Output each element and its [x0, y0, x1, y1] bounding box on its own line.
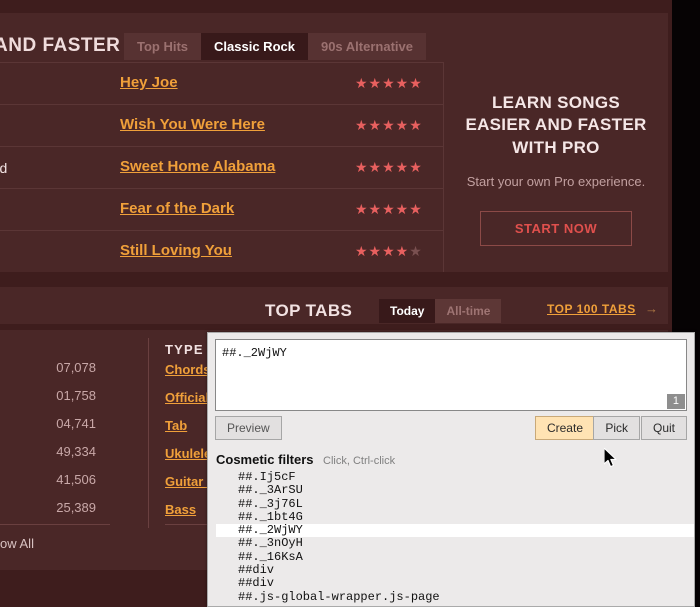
pro-promo-panel: LEARN SONGS EASIER AND FASTER WITH PRO S… [444, 62, 668, 272]
quit-button[interactable]: Quit [640, 416, 687, 440]
count-value: 07,078 [56, 360, 96, 375]
element-picker-dialog: 1 Preview Create Pick Quit Cosmetic filt… [207, 332, 695, 607]
count-value: 49,334 [56, 444, 96, 459]
match-count-badge: 1 [666, 394, 685, 409]
top-100-tabs-link[interactable]: TOP 100 TABS [547, 302, 636, 316]
count-value: 41,506 [56, 472, 96, 487]
tab-classic-rock[interactable]: Classic Rock [201, 33, 308, 60]
count-value: 25,389 [56, 500, 96, 515]
rating-stars: ★★★★★ [355, 201, 423, 217]
list-item[interactable]: ##._1bt4G [216, 510, 694, 524]
table-row[interactable]: yd Wish You Were Here ★★★★★ [0, 105, 443, 147]
cosmetic-filters-hint: Click, Ctrl-click [323, 455, 396, 467]
filter-input[interactable] [215, 339, 687, 411]
list-item[interactable]: ##._3nOyH [216, 537, 694, 551]
song-title-link[interactable]: Fear of the Dark [120, 200, 234, 217]
filter-textarea-wrapper: 1 [215, 339, 687, 411]
type-link-bass[interactable]: Bass [165, 502, 196, 517]
song-list: drix Hey Joe ★★★★★ yd Wish You Were Here… [0, 62, 443, 273]
promo-heading: LEARN SONGS EASIER AND FASTER WITH PRO [465, 93, 647, 157]
table-row[interactable]: den Fear of the Dark ★★★★★ [0, 189, 443, 231]
picker-button-row: Preview Create Pick Quit [215, 416, 687, 444]
list-item[interactable]: ##div [216, 563, 694, 577]
featured-header: AND FASTER Top Hits Classic Rock 90s Alt… [0, 13, 668, 60]
arrow-right-icon: → [645, 301, 658, 316]
rating-stars: ★★★★★ [355, 75, 423, 91]
tab-all-time[interactable]: All-time [435, 299, 502, 323]
divider [0, 524, 110, 525]
featured-songs-panel: AND FASTER Top Hits Classic Rock 90s Alt… [0, 13, 668, 272]
type-link-tab[interactable]: Tab [165, 418, 187, 433]
song-title-link[interactable]: Still Loving You [120, 242, 232, 259]
list-item[interactable]: ##.Ij5cF [216, 470, 694, 484]
left-counts-column: 07,078 01,758 04,741 49,334 41,506 25,38… [0, 330, 118, 551]
table-row[interactable]: drix Hey Joe ★★★★★ [0, 63, 443, 105]
preview-button[interactable]: Preview [215, 416, 282, 440]
tab-90s-alternative[interactable]: 90s Alternative [307, 33, 426, 60]
column-divider [148, 338, 149, 528]
create-button[interactable]: Create [534, 416, 595, 440]
type-link-ukulele[interactable]: Ukulele [165, 446, 211, 461]
list-item[interactable]: ##.js-global-wrapper.js-page [216, 590, 694, 604]
list-item[interactable]: ##div [216, 577, 694, 591]
pick-button[interactable]: Pick [593, 416, 640, 440]
song-title-link[interactable]: Hey Joe [120, 74, 178, 91]
promo-subtext: Start your own Pro experience. [466, 174, 646, 190]
tab-top-hits[interactable]: Top Hits [124, 33, 202, 60]
song-artist: kynyrd [0, 160, 8, 176]
table-row[interactable]: ns Still Loving You ★★★★★ [0, 231, 443, 272]
count-value: 01,758 [56, 388, 96, 403]
list-item-selected[interactable]: ##._2WjWY [216, 523, 694, 538]
genre-tab-group: Top Hits Classic Rock 90s Alternative [124, 33, 426, 60]
type-link-official[interactable]: Official [165, 390, 209, 405]
list-item[interactable]: ##._3j76L [216, 497, 694, 511]
start-now-button[interactable]: START NOW [479, 210, 633, 246]
cosmetic-filters-list: ##.Ij5cF ##._3ArSU ##._3j76L ##._1bt4G #… [216, 470, 694, 604]
top-tabs-tab-group: Today All-time [379, 299, 502, 323]
table-row[interactable]: kynyrd Sweet Home Alabama ★★★★★ [0, 147, 443, 189]
list-item[interactable]: ##._16KsA [216, 550, 694, 564]
list-item[interactable]: ##._3ArSU [216, 483, 694, 497]
featured-title: AND FASTER [0, 35, 121, 56]
cosmetic-filters-section: Cosmetic filters Click, Ctrl-click ##.Ij… [216, 451, 694, 604]
song-title-link[interactable]: Sweet Home Alabama [120, 158, 275, 175]
rating-stars: ★★★★★ [355, 243, 423, 259]
song-title-link[interactable]: Wish You Were Here [120, 116, 265, 133]
rating-stars: ★★★★★ [355, 159, 423, 175]
cosmetic-filters-title: Cosmetic filters [216, 452, 314, 467]
count-value: 04,741 [56, 416, 96, 431]
rating-stars: ★★★★★ [355, 117, 423, 133]
type-link-chords[interactable]: Chords [165, 362, 211, 377]
tab-today[interactable]: Today [379, 299, 436, 323]
top-tabs-title: TOP TABS [265, 301, 353, 320]
show-all-left[interactable]: ow All [0, 536, 34, 551]
